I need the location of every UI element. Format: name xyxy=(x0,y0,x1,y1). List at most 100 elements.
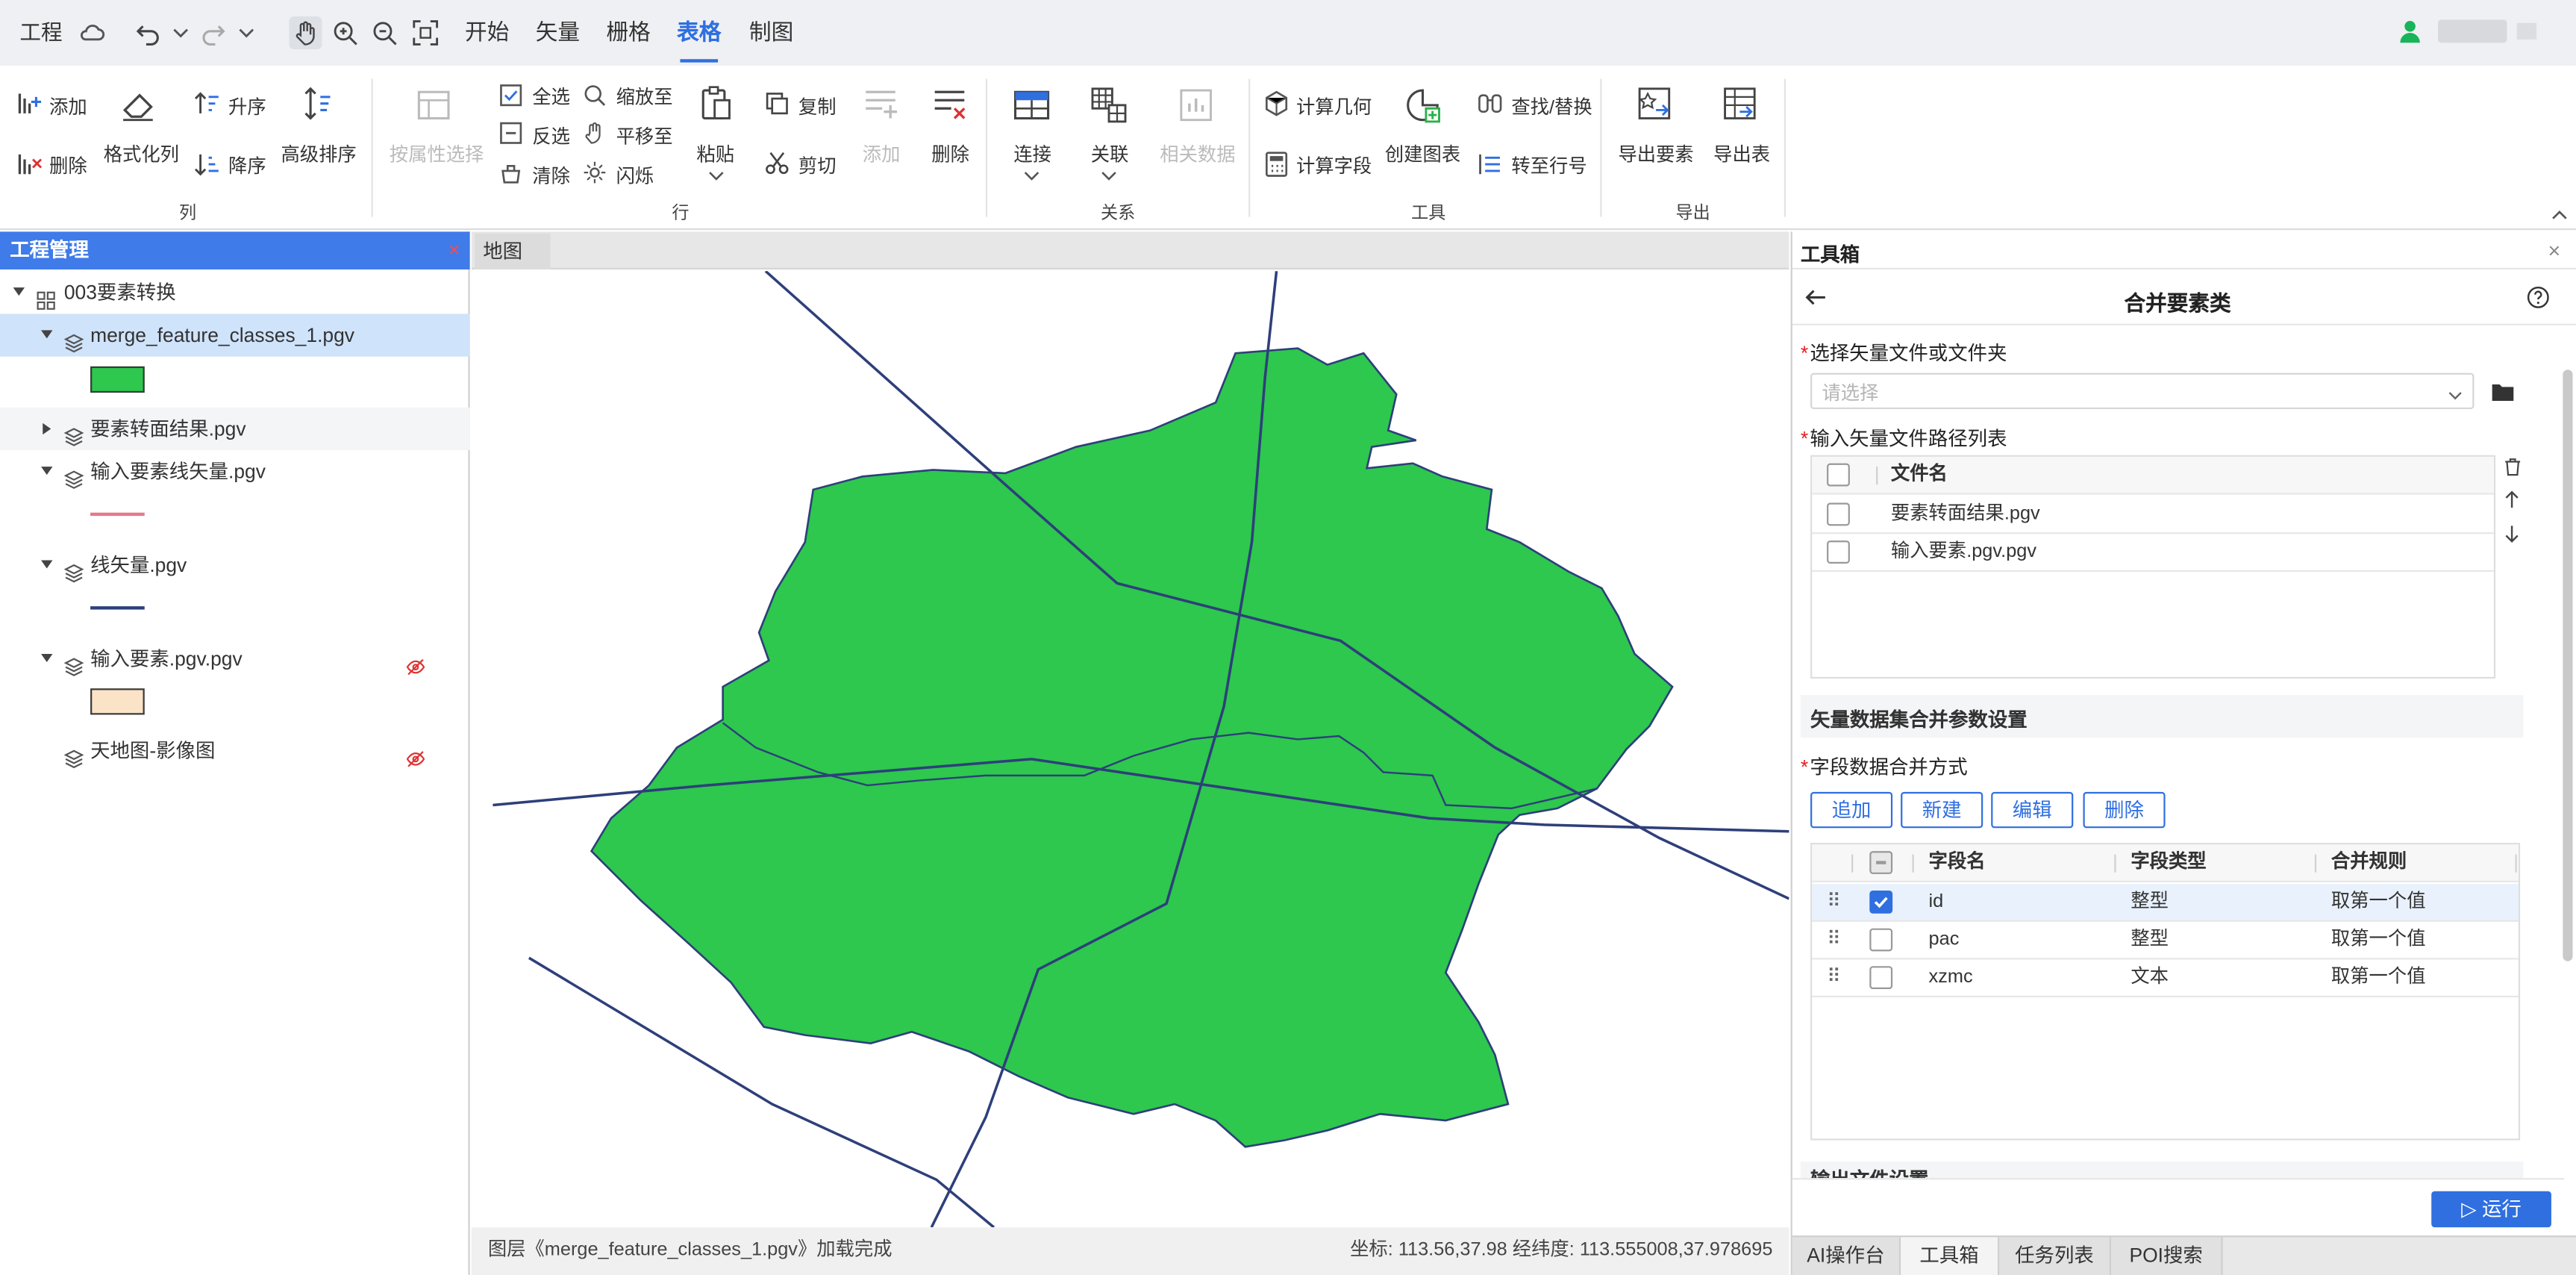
select-by-attribute-icon[interactable] xyxy=(414,85,454,125)
eraser-icon[interactable] xyxy=(119,85,158,125)
flash-button[interactable]: 闪烁 xyxy=(616,163,654,189)
drag-handle-icon[interactable]: ⠿ xyxy=(1827,959,1841,997)
eye-hidden-icon[interactable] xyxy=(406,741,425,784)
file-checkbox[interactable] xyxy=(1827,540,1850,564)
new-field-button[interactable]: 新建 xyxy=(1901,791,1983,829)
folder-icon[interactable] xyxy=(2489,379,2515,402)
relate-button[interactable]: 关联 xyxy=(1091,141,1129,167)
layer-item-polygon-result[interactable]: 要素转面结果.pgv xyxy=(0,407,470,451)
tab-poi-search[interactable]: POI搜索 xyxy=(2110,1237,2223,1275)
merged-polygon-feature[interactable] xyxy=(590,347,1674,1148)
file-checkbox[interactable] xyxy=(1827,502,1850,526)
paste-button[interactable]: 粘贴 xyxy=(696,141,734,167)
redo-icon[interactable] xyxy=(201,19,227,46)
create-chart-icon[interactable] xyxy=(1403,85,1442,125)
advanced-sort-icon[interactable] xyxy=(297,84,337,123)
append-button[interactable]: 追加 xyxy=(1810,791,1893,829)
close-icon[interactable]: × xyxy=(448,231,460,269)
zoom-in-icon[interactable] xyxy=(332,19,358,46)
tab-toolbox[interactable]: 工具箱 xyxy=(1901,1237,2000,1275)
add-row-button[interactable]: 添加 xyxy=(863,141,901,167)
sort-desc-icon[interactable] xyxy=(194,151,220,177)
caret-down-icon[interactable] xyxy=(40,638,54,695)
tree-project-root[interactable]: 003要素转换 xyxy=(0,271,470,314)
field-row[interactable]: ⠿ id 整型 取第一个值 xyxy=(1812,884,2519,922)
paste-dropdown-icon[interactable] xyxy=(707,168,726,184)
caret-down-icon[interactable] xyxy=(40,544,54,602)
join-icon[interactable] xyxy=(1012,85,1051,125)
user-menu-redacted[interactable] xyxy=(2516,22,2537,40)
export-table-icon[interactable] xyxy=(1720,84,1760,123)
field-checkbox[interactable] xyxy=(1869,890,1893,914)
format-column-button[interactable]: 格式化列 xyxy=(104,141,179,167)
sort-desc-button[interactable]: 降序 xyxy=(228,153,266,179)
join-button[interactable]: 连接 xyxy=(1013,141,1051,167)
drag-handle-icon[interactable]: ⠿ xyxy=(1827,884,1841,922)
tab-task-list[interactable]: 任务列表 xyxy=(1999,1237,2111,1275)
user-avatar-icon[interactable] xyxy=(2395,16,2425,46)
select-all-files-checkbox[interactable] xyxy=(1827,463,1850,487)
flash-icon[interactable] xyxy=(584,161,607,184)
find-replace-icon[interactable] xyxy=(1477,90,1503,116)
go-to-row-button[interactable]: 转至行号 xyxy=(1511,153,1586,179)
field-checkbox[interactable] xyxy=(1869,966,1893,990)
full-extent-icon[interactable] xyxy=(413,19,439,46)
export-features-button[interactable]: 导出要素 xyxy=(1618,141,1693,167)
select-all-fields-checkbox[interactable] xyxy=(1869,851,1893,874)
help-icon[interactable] xyxy=(2527,286,2550,309)
field-row[interactable]: ⠿ xzmc 文本 取第一个值 xyxy=(1812,959,2519,998)
zoom-to-button[interactable]: 缩放至 xyxy=(616,84,673,110)
select-by-attribute-button[interactable]: 按属性选择 xyxy=(390,141,484,167)
invert-selection-icon[interactable] xyxy=(499,122,522,145)
back-arrow-icon[interactable] xyxy=(1802,284,1828,311)
run-button[interactable]: ▷ 运行 xyxy=(2431,1191,2551,1228)
cut-icon[interactable] xyxy=(764,149,790,175)
vector-file-select[interactable]: 请选择 xyxy=(1810,372,2475,410)
field-rule[interactable]: 取第一个值 xyxy=(2331,959,2426,997)
sort-asc-icon[interactable] xyxy=(194,90,220,116)
tab-table[interactable]: 表格 xyxy=(677,0,721,66)
create-chart-button[interactable]: 创建图表 xyxy=(1385,141,1460,167)
scrollbar[interactable] xyxy=(2563,370,2573,961)
join-dropdown-icon[interactable] xyxy=(1022,168,1041,184)
tab-raster[interactable]: 栅格 xyxy=(606,0,650,66)
delete-column-button[interactable]: 删除 xyxy=(49,153,87,179)
field-rule[interactable]: 取第一个值 xyxy=(2331,884,2426,922)
related-data-icon[interactable] xyxy=(1176,85,1216,125)
tab-vector[interactable]: 矢量 xyxy=(536,0,580,66)
map-tab[interactable]: 地图 xyxy=(475,233,551,269)
zoom-to-icon[interactable] xyxy=(584,84,607,107)
undo-dropdown-icon[interactable] xyxy=(171,23,190,43)
edit-field-button[interactable]: 编辑 xyxy=(1991,791,2074,829)
delete-column-icon[interactable] xyxy=(16,151,43,177)
delete-field-button[interactable]: 删除 xyxy=(2083,791,2166,829)
drag-handle-icon[interactable]: ⠿ xyxy=(1827,922,1841,960)
close-icon[interactable]: × xyxy=(2548,238,2561,263)
field-row[interactable]: ⠿ pac 整型 取第一个值 xyxy=(1812,922,2519,960)
find-replace-button[interactable]: 查找/替换 xyxy=(1511,93,1592,119)
redo-dropdown-icon[interactable] xyxy=(237,23,256,43)
paste-icon[interactable] xyxy=(696,84,736,123)
related-data-button[interactable]: 相关数据 xyxy=(1160,141,1235,167)
trash-icon[interactable] xyxy=(2501,455,2524,478)
calc-geometry-icon[interactable] xyxy=(1263,90,1289,116)
pan-hand-icon[interactable] xyxy=(289,16,322,50)
relate-dropdown-icon[interactable] xyxy=(1099,168,1119,184)
select-all-button[interactable]: 全选 xyxy=(532,84,570,110)
calc-field-button[interactable]: 计算字段 xyxy=(1296,153,1372,179)
go-to-row-icon[interactable] xyxy=(1477,151,1503,177)
pan-to-button[interactable]: 平移至 xyxy=(616,123,673,149)
caret-down-icon[interactable] xyxy=(40,314,54,371)
tab-ai-console[interactable]: AI操作台 xyxy=(1792,1237,1901,1275)
relate-icon[interactable] xyxy=(1090,85,1129,125)
file-row[interactable]: 输入要素.pgv.pgv xyxy=(1812,534,2494,572)
map-canvas[interactable] xyxy=(472,271,1789,1228)
caret-down-icon[interactable] xyxy=(40,450,54,508)
delete-row-button[interactable]: 删除 xyxy=(931,141,969,167)
select-all-icon[interactable] xyxy=(499,84,522,107)
project-menu[interactable]: 工程 xyxy=(19,0,62,66)
add-column-button[interactable]: 添加 xyxy=(49,93,87,119)
calc-field-icon[interactable] xyxy=(1263,151,1289,177)
layer-item-line[interactable]: 线矢量.pgv xyxy=(0,544,470,587)
export-features-icon[interactable] xyxy=(1634,84,1674,123)
